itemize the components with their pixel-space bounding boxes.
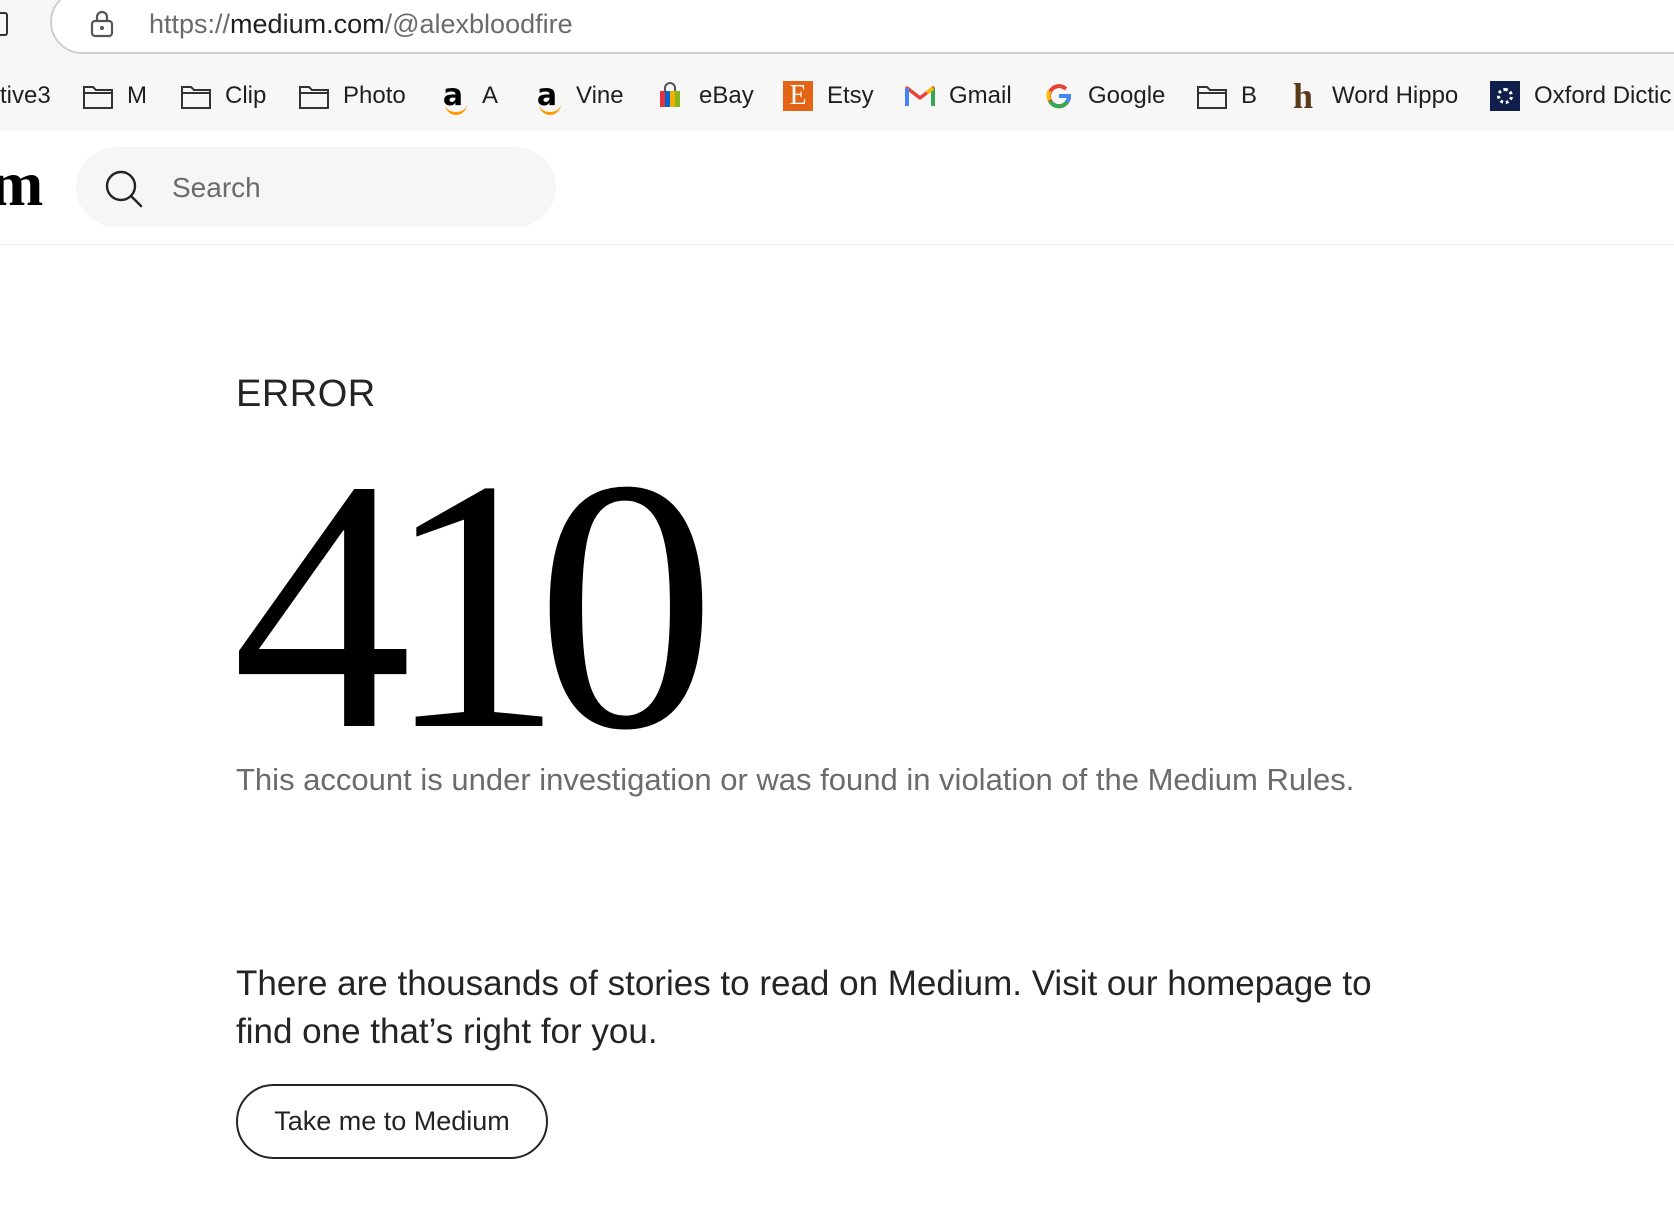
gmail-icon xyxy=(903,79,937,113)
etsy-icon: E xyxy=(781,79,815,113)
url-prefix: https:// xyxy=(149,9,231,39)
bookmark-etsy[interactable]: E Etsy xyxy=(781,74,874,118)
bookmark-label: Photo xyxy=(343,82,406,109)
bookmark-clip[interactable]: Clip xyxy=(179,74,266,118)
bookmark-b[interactable]: B xyxy=(1195,74,1257,118)
bookmark-m[interactable]: M xyxy=(81,74,147,118)
bookmark-google[interactable]: Google xyxy=(1042,74,1165,118)
bookmark-label: A xyxy=(482,82,499,109)
amazon-icon: a xyxy=(436,79,470,115)
google-icon xyxy=(1042,79,1076,113)
folder-icon xyxy=(1195,79,1229,113)
error-code: 410 xyxy=(232,405,716,804)
oxford-icon xyxy=(1488,79,1522,113)
search-bar[interactable] xyxy=(76,147,556,227)
bookmark-label: Oxford Dictic xyxy=(1534,82,1672,109)
bookmark-label: eBay xyxy=(699,82,754,109)
url-host: medium.com xyxy=(230,9,385,39)
bookmark-tive3[interactable]: tive3 xyxy=(0,74,51,118)
bookmark-label: Etsy xyxy=(827,82,874,109)
bookmark-gmail[interactable]: Gmail xyxy=(903,74,1012,118)
medium-logo[interactable]: m xyxy=(0,149,43,219)
take-me-to-medium-button[interactable]: Take me to Medium xyxy=(236,1084,548,1159)
bookmark-label: Gmail xyxy=(949,82,1012,109)
bookmark-vine[interactable]: a Vine xyxy=(530,74,624,118)
lock-icon[interactable] xyxy=(89,10,115,38)
bookmark-ebay[interactable]: eBay xyxy=(653,74,754,118)
wordhippo-icon: h xyxy=(1292,76,1314,116)
site-header: m xyxy=(0,131,1674,245)
folder-icon xyxy=(81,79,115,113)
bookmark-amazon-a[interactable]: a A xyxy=(436,74,498,118)
folder-icon xyxy=(297,79,331,113)
bookmarks-bar: tive3 M Clip Photo a A a Vine eBay E Ets… xyxy=(0,74,1674,118)
bookmark-label: M xyxy=(127,82,147,109)
bookmark-label: Word Hippo xyxy=(1332,82,1459,109)
browser-chrome: https://medium.com/@alexbloodfire tive3 … xyxy=(0,0,1674,132)
home-icon[interactable] xyxy=(0,12,8,36)
suggestion-text: There are thousands of stories to read o… xyxy=(236,964,1372,1051)
search-input[interactable] xyxy=(170,167,534,209)
bookmark-label: B xyxy=(1241,82,1258,109)
url-path: /@alexbloodfire xyxy=(384,9,573,39)
error-message: This account is under investigation or w… xyxy=(236,762,1355,797)
bookmark-wordhippo[interactable]: h Word Hippo xyxy=(1286,74,1458,118)
bookmark-label: Google xyxy=(1088,82,1166,109)
amazon-icon: a xyxy=(530,79,564,115)
folder-icon xyxy=(179,79,213,113)
bookmark-label: Vine xyxy=(576,82,624,109)
bookmark-label: tive3 xyxy=(0,82,51,109)
bookmark-label: Clip xyxy=(225,82,267,109)
bookmark-photo[interactable]: Photo xyxy=(297,74,406,118)
shopping-bag-icon xyxy=(653,79,687,113)
search-icon xyxy=(105,170,143,208)
url-text[interactable]: https://medium.com/@alexbloodfire xyxy=(149,7,573,41)
bookmark-oxford[interactable]: Oxford Dictic xyxy=(1488,74,1671,118)
